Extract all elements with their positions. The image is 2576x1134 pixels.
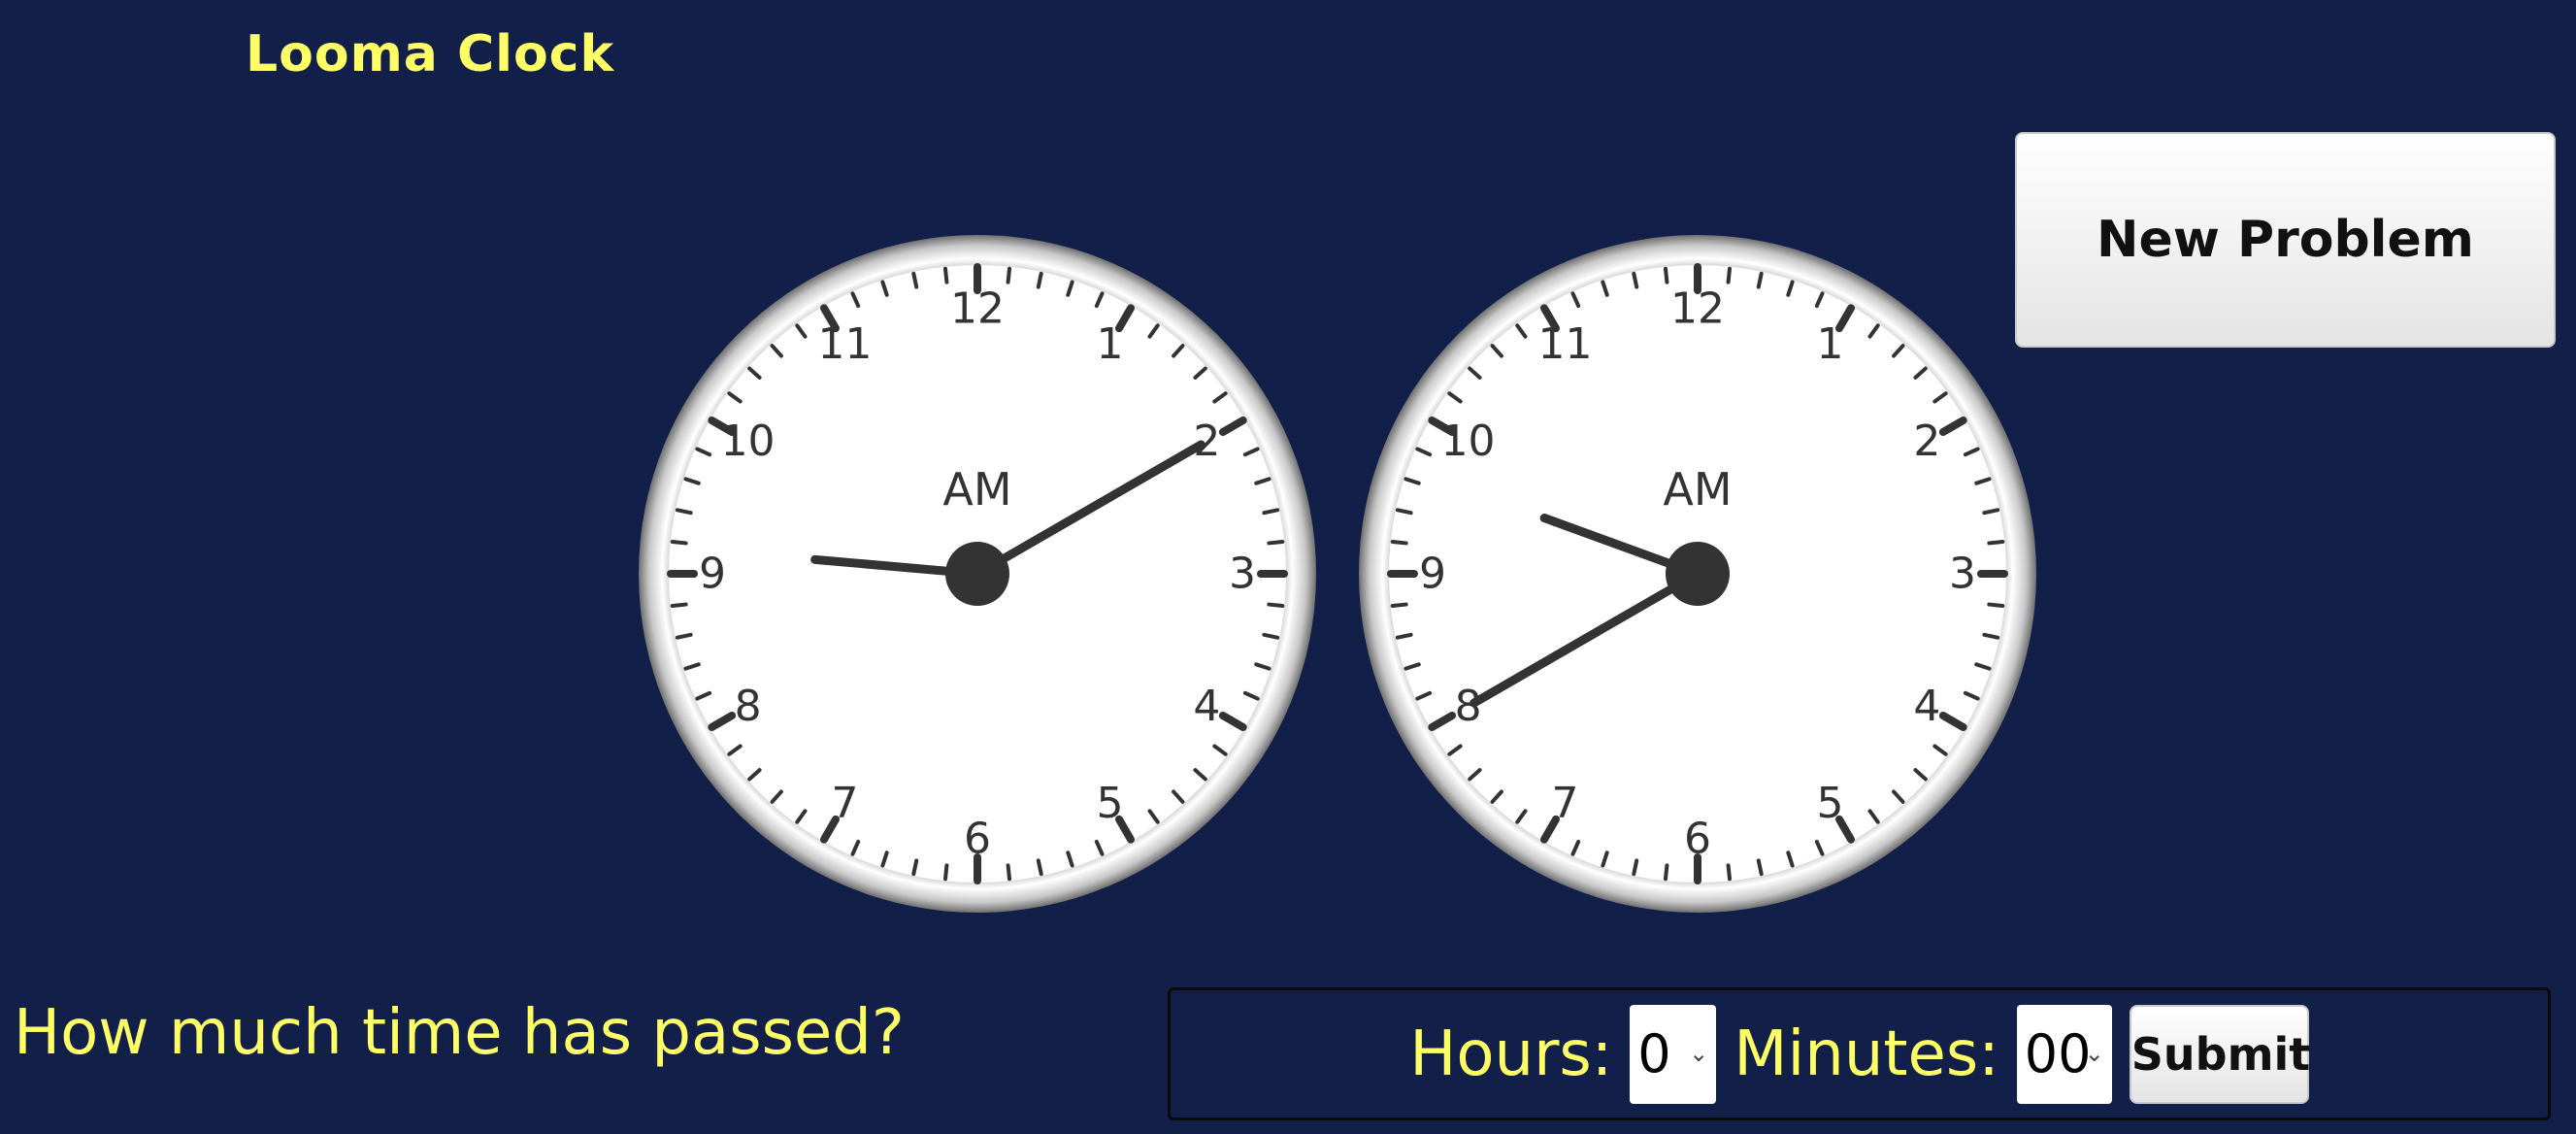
- minute-tick: [1395, 632, 1413, 640]
- minute-tick: [1036, 858, 1043, 877]
- clock-number: 6: [1684, 815, 1711, 864]
- minute-tick: [1006, 266, 1012, 284]
- start-clock-face: 121234567891011AM: [639, 235, 1316, 913]
- clock-number: 8: [735, 682, 762, 731]
- minute-tick: [1982, 632, 2000, 640]
- clock-number: 3: [1949, 550, 1976, 599]
- minute-tick: [1726, 266, 1733, 284]
- minute-tick: [1756, 858, 1764, 877]
- clock-center: [945, 542, 1009, 606]
- minute-tick: [1390, 539, 1408, 546]
- answer-panel: Hours: 0 ⌄ Minutes: 00 ⌄ Submit: [1168, 987, 2551, 1120]
- minute-tick: [1756, 271, 1764, 289]
- clock-number: 1: [1817, 319, 1844, 369]
- end-clock-face: 121234567891011AM: [1359, 235, 2036, 913]
- period-label: AM: [1663, 463, 1732, 516]
- minute-tick: [675, 508, 693, 516]
- minutes-select[interactable]: 00 ⌄: [2016, 1004, 2112, 1104]
- submit-button[interactable]: Submit: [2129, 1004, 2310, 1104]
- minute-tick: [1632, 858, 1639, 877]
- hours-label: Hours:: [1409, 1017, 1613, 1090]
- minute-tick: [1987, 539, 2005, 546]
- minute-tick: [1267, 602, 1285, 609]
- minute-tick: [911, 271, 919, 289]
- minute-tick: [1006, 863, 1012, 882]
- hours-value: 0: [1637, 1023, 1671, 1084]
- clock-number: 2: [1193, 417, 1220, 466]
- start-clock: 12 1 2 3 4 5 6 7 8 9 10 11 AM: [637, 233, 1318, 915]
- minute-tick: [675, 632, 693, 640]
- clock-number: 5: [1817, 779, 1844, 828]
- minute-tick: [1262, 508, 1280, 516]
- clock-number: 5: [1097, 779, 1124, 828]
- minute-tick: [1987, 602, 2005, 609]
- clock-number: 11: [1538, 319, 1593, 369]
- minute-tick: [1982, 508, 2000, 516]
- minute-tick: [1262, 632, 1280, 640]
- minute-tick: [1036, 271, 1043, 289]
- clock-center: [1666, 542, 1730, 606]
- clock-number: 10: [721, 417, 776, 466]
- minute-tick: [1663, 863, 1669, 882]
- end-clock: 12 1 2 3 4 5 6 7 8 9 10 11 AM: [1357, 233, 2038, 915]
- app-title: Looma Clock: [246, 25, 615, 83]
- clock-number: 8: [1455, 682, 1482, 731]
- clock-number: 12: [950, 284, 1005, 334]
- clock-number: 6: [964, 815, 991, 864]
- hours-select[interactable]: 0 ⌄: [1630, 1004, 1717, 1104]
- clock-number: 3: [1229, 550, 1256, 599]
- period-label: AM: [942, 463, 1011, 516]
- new-problem-button[interactable]: New Problem: [2015, 132, 2556, 348]
- minute-tick: [1267, 539, 1285, 546]
- minute-tick: [942, 863, 949, 882]
- clock-number: 7: [832, 779, 859, 828]
- clock-number: 4: [1193, 682, 1220, 731]
- minute-tick: [670, 539, 688, 546]
- minutes-label: Minutes:: [1734, 1017, 1999, 1090]
- clock-number: 7: [1552, 779, 1579, 828]
- question-text: How much time has passed?: [14, 997, 905, 1069]
- minute-tick: [1726, 863, 1733, 882]
- clock-number: 12: [1670, 284, 1725, 334]
- minute-tick: [942, 266, 949, 284]
- clock-number: 9: [699, 550, 726, 599]
- minutes-value: 00: [2024, 1023, 2092, 1084]
- minute-tick: [1395, 508, 1413, 516]
- clock-number: 4: [1913, 682, 1940, 731]
- clock-number: 11: [818, 319, 873, 369]
- minute-tick: [670, 602, 688, 609]
- clock-number: 2: [1913, 417, 1940, 466]
- clock-number: 9: [1419, 550, 1446, 599]
- chevron-down-icon: ⌄: [1689, 1039, 1709, 1067]
- minute-tick: [1632, 271, 1639, 289]
- chevron-down-icon: ⌄: [2084, 1039, 2104, 1067]
- minute-tick: [911, 858, 919, 877]
- clock-number: 1: [1097, 319, 1124, 369]
- minute-tick: [1663, 266, 1669, 284]
- clock-number: 10: [1441, 417, 1496, 466]
- minute-tick: [1390, 602, 1408, 609]
